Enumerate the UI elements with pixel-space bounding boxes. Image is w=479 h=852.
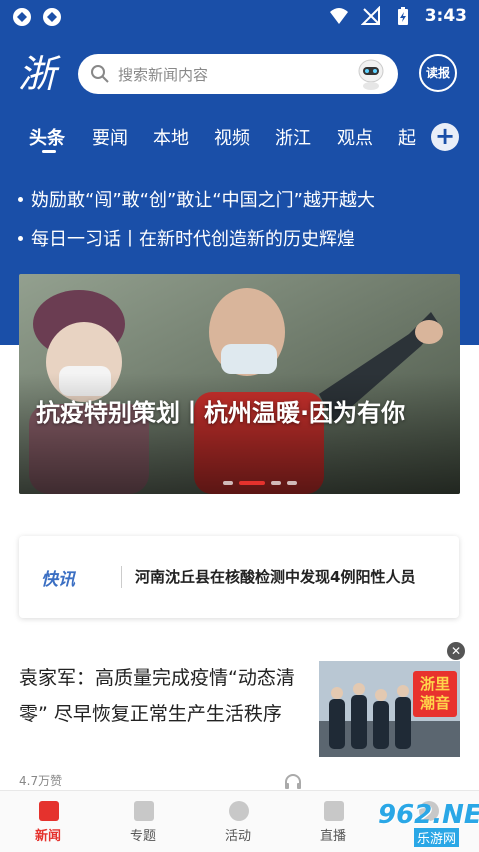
add-channel-button[interactable]: + bbox=[431, 123, 459, 151]
tab-zhejiang[interactable]: 浙江 bbox=[275, 124, 311, 150]
banner-photo bbox=[19, 274, 460, 494]
app-notification-icon bbox=[13, 8, 31, 26]
site-watermark: 962.NET 乐游网 bbox=[378, 800, 479, 847]
battery-charging-icon bbox=[397, 7, 408, 25]
carousel-dot[interactable] bbox=[223, 481, 233, 485]
watermark-brand: 962.NET bbox=[378, 800, 479, 830]
watermark-sub: 乐游网 bbox=[414, 828, 460, 847]
news-headline[interactable]: 袁家军：高质量完成疫情“动态清零” 尽早恢复正常生产生活秩序 bbox=[19, 660, 309, 732]
search-placeholder: 搜索新闻内容 bbox=[118, 66, 209, 84]
featured-banner[interactable]: 抗疫特别策划丨杭州温暖·因为有你 bbox=[19, 274, 460, 494]
no-signal-icon bbox=[360, 6, 380, 25]
bullet-dot bbox=[18, 196, 23, 202]
read-newspaper-button[interactable]: 读报 bbox=[419, 54, 457, 92]
nav-topics[interactable]: 专题 bbox=[103, 791, 183, 852]
robot-assistant-icon[interactable] bbox=[354, 57, 388, 91]
flash-headline: 河南沈丘县在核酸检测中发现4例阳性人员 bbox=[135, 568, 416, 586]
status-bar: 3:43 bbox=[0, 0, 479, 34]
tab-more-partial[interactable]: 起 bbox=[398, 124, 416, 150]
carousel-dot[interactable] bbox=[287, 481, 297, 485]
flash-brand: 快讯 bbox=[41, 570, 75, 590]
carousel-dot-active[interactable] bbox=[239, 481, 265, 485]
search-icon bbox=[91, 65, 109, 83]
nav-news[interactable]: 新闻 bbox=[8, 791, 88, 852]
carousel-dots bbox=[223, 481, 297, 485]
nav-live[interactable]: 直播 bbox=[293, 791, 373, 852]
news-thumbnail[interactable]: 浙里潮音 bbox=[319, 661, 460, 757]
wifi-icon bbox=[329, 8, 348, 24]
channel-tabs: 头条 要闻 本地 视频 浙江 观点 起 bbox=[0, 118, 479, 158]
ticker-item[interactable]: 每日一习话丨在新时代创造新的历史辉煌 bbox=[12, 225, 467, 251]
tab-opinion[interactable]: 观点 bbox=[337, 124, 373, 150]
search-bar[interactable]: 搜索新闻内容 bbox=[78, 54, 398, 94]
tab-headline[interactable]: 头条 bbox=[29, 124, 65, 150]
headphone-icon[interactable] bbox=[283, 772, 303, 790]
app-notification-icon bbox=[43, 8, 61, 26]
news-icon bbox=[39, 801, 59, 821]
tab-local[interactable]: 本地 bbox=[153, 124, 189, 150]
tab-video[interactable]: 视频 bbox=[214, 124, 250, 150]
flash-news-card[interactable]: 快讯 河南沈丘县在核酸检测中发现4例阳性人员 bbox=[19, 536, 459, 618]
close-icon[interactable]: ✕ bbox=[447, 642, 465, 660]
thumbnail-badge: 浙里潮音 bbox=[419, 675, 450, 712]
banner-title: 抗疫特别策划丨杭州温暖·因为有你 bbox=[36, 399, 406, 427]
bullet-dot bbox=[18, 235, 23, 241]
like-count: 4.7万赞 bbox=[19, 774, 63, 788]
divider bbox=[121, 566, 122, 588]
topics-icon bbox=[134, 801, 154, 821]
active-tab-indicator bbox=[42, 150, 56, 153]
status-time: 3:43 bbox=[424, 6, 467, 26]
ticker-item[interactable]: 妫励敢“闯”敢“创”敢让“中国之门”越开越大 bbox=[12, 186, 467, 212]
app-logo[interactable]: 浙 bbox=[18, 52, 62, 96]
carousel-dot[interactable] bbox=[271, 481, 281, 485]
tab-key-news[interactable]: 要闻 bbox=[92, 124, 128, 150]
nav-activities[interactable]: 活动 bbox=[198, 791, 278, 852]
live-icon bbox=[324, 801, 344, 821]
activities-icon bbox=[229, 801, 249, 821]
